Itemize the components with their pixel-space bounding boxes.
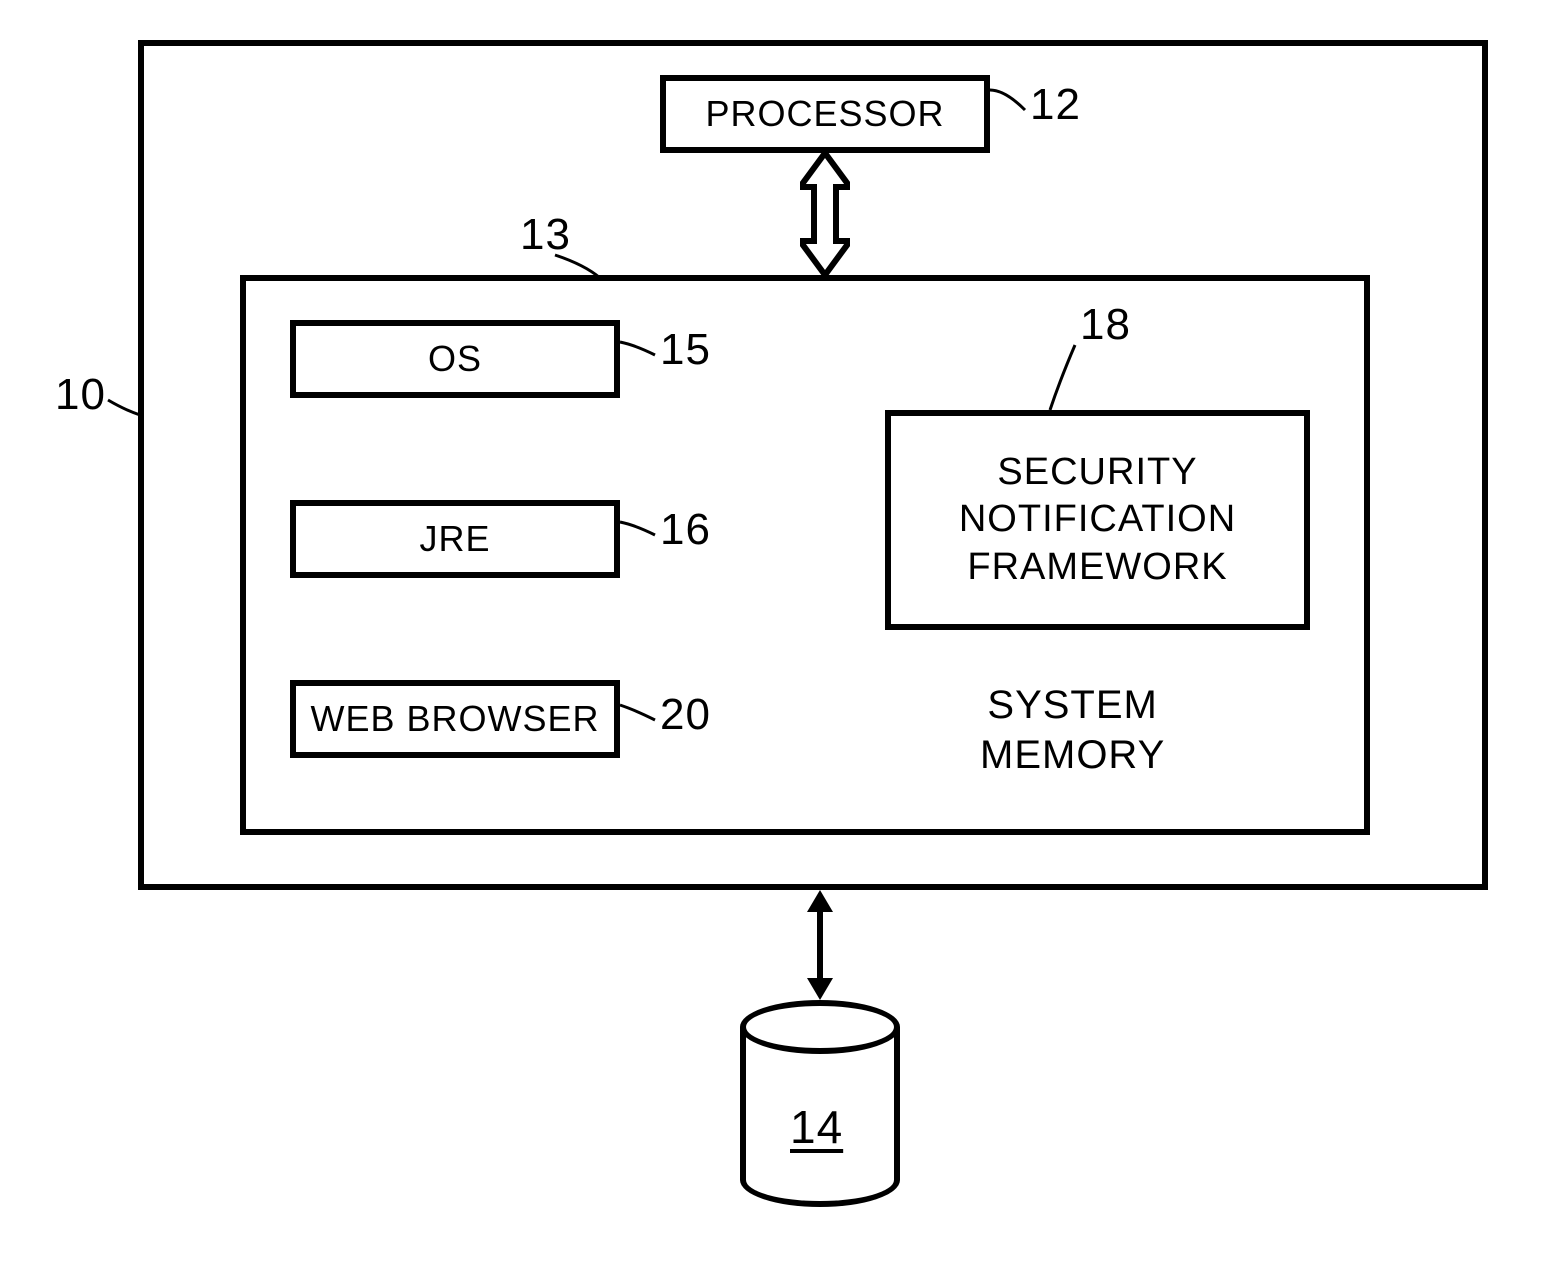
jre-label: JRE (419, 518, 490, 560)
ref-15: 15 (660, 325, 711, 375)
ref-20: 20 (660, 690, 711, 740)
snf-label: SECURITY NOTIFICATION FRAMEWORK (959, 449, 1236, 592)
ref-10: 10 (55, 370, 106, 420)
os-label: OS (428, 338, 482, 380)
os-box: OS (290, 320, 620, 398)
processor-label: PROCESSOR (705, 93, 944, 135)
ref-14: 14 (790, 1100, 843, 1154)
jre-box: JRE (290, 500, 620, 578)
bidir-arrow-icon (800, 153, 850, 275)
browser-label: WEB BROWSER (310, 698, 599, 740)
cylinder-top (740, 1000, 900, 1054)
ref-13: 13 (520, 210, 571, 260)
db-arrow-icon (803, 890, 837, 1000)
ref-18: 18 (1080, 300, 1131, 350)
system-memory-label: SYSTEM MEMORY (980, 680, 1165, 780)
browser-box: WEB BROWSER (290, 680, 620, 758)
ref-12: 12 (1030, 80, 1081, 130)
ref-16: 16 (660, 505, 711, 555)
snf-box: SECURITY NOTIFICATION FRAMEWORK (885, 410, 1310, 630)
processor-box: PROCESSOR (660, 75, 990, 153)
